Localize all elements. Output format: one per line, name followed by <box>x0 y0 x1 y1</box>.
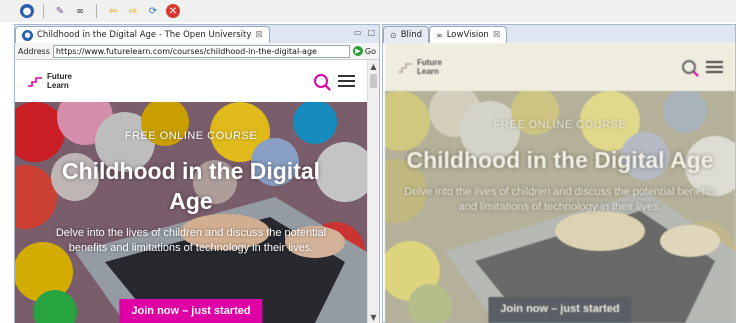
binoculars-icon[interactable]: ∞ <box>73 4 87 18</box>
scroll-down-icon[interactable]: ▼ <box>368 311 379 323</box>
hero-content: FREE ONLINE COURSE Childhood in the Digi… <box>15 102 367 323</box>
minimize-icon[interactable]: ▭ <box>354 28 362 37</box>
futurelearn-logo[interactable]: Future Learn <box>27 72 72 90</box>
course-title: Childhood in the Digital Age <box>61 158 321 214</box>
vertical-scrollbar[interactable]: ▲ ▼ <box>367 60 379 323</box>
search-icon[interactable] <box>314 74 328 88</box>
join-now-button[interactable]: Join now – just started <box>119 299 263 323</box>
tab-lowvision-label: LowVision <box>446 30 489 40</box>
binoculars-icon: ∞ <box>436 30 443 40</box>
address-input[interactable]: https://www.futurelearn.com/courses/chil… <box>52 44 350 58</box>
globe-icon[interactable]: ● <box>20 4 34 18</box>
course-description: Delve into the lives of children and dis… <box>55 227 327 254</box>
tab-lowvision[interactable]: ∞ LowVision ⊠ <box>429 26 508 43</box>
browser-pane: ● Childhood in the Digital Age - The Ope… <box>14 24 380 323</box>
browser-tabbar: ● Childhood in the Digital Age - The Ope… <box>15 25 379 43</box>
tab-blind[interactable]: ⊙ Blind <box>383 26 430 43</box>
go-arrow-icon: ▶ <box>352 46 363 56</box>
lowvision-page: Future Learn FREE ONLINE COURSE Childhoo… <box>385 43 735 323</box>
refresh-icon[interactable]: ⟳ <box>146 4 160 18</box>
site-header: Future Learn <box>15 60 367 102</box>
tab-blind-label: Blind <box>400 30 423 40</box>
hero-content: FREE ONLINE COURSE Childhood in the Digi… <box>385 91 735 323</box>
course-hero-lowvision: FREE ONLINE COURSE Childhood in the Digi… <box>385 91 735 323</box>
scroll-up-icon[interactable]: ▲ <box>368 60 379 72</box>
course-hero: FREE ONLINE COURSE Childhood in the Digi… <box>15 102 367 323</box>
course-title: Childhood in the Digital Age <box>406 147 714 173</box>
address-bar: Address https://www.futurelearn.com/cour… <box>15 43 379 60</box>
toolbar-separator <box>43 4 44 18</box>
address-label: Address <box>18 46 50 56</box>
close-icon[interactable]: ⊠ <box>255 30 263 40</box>
maximize-icon[interactable]: □ <box>367 28 375 37</box>
scroll-thumb[interactable] <box>370 74 377 88</box>
stop-icon[interactable]: ✕ <box>166 4 180 18</box>
window-controls: ▭ □ <box>354 28 375 37</box>
toolbar-separator <box>96 4 97 18</box>
course-eyebrow: FREE ONLINE COURSE <box>124 130 258 142</box>
menu-icon[interactable] <box>338 75 355 87</box>
logo-mark-icon <box>28 77 42 87</box>
web-page: Future Learn FREE ONLINE COURSE Childhoo… <box>15 60 367 323</box>
logo-line1: Future <box>47 72 72 81</box>
app-toolbar: ● ✎ ∞ ⇦ ⇨ ⟳ ✕ <box>0 0 736 22</box>
tab-childhood-digital-age[interactable]: ● Childhood in the Digital Age - The Ope… <box>15 26 270 43</box>
join-now-button[interactable]: Join now – just started <box>488 297 632 323</box>
header-actions <box>314 74 355 88</box>
blind-icon: ⊙ <box>390 30 397 40</box>
course-eyebrow: FREE ONLINE COURSE <box>493 119 627 131</box>
go-label: Go <box>364 46 376 56</box>
forward-icon[interactable]: ⇨ <box>126 4 140 18</box>
simulation-pane: ⊙ Blind ∞ LowVision ⊠ Future Learn FREE … <box>382 24 736 323</box>
logo-mark-icon <box>398 63 412 73</box>
simulation-tabbar: ⊙ Blind ∞ LowVision ⊠ <box>383 25 735 43</box>
accessibility-icon[interactable]: ✎ <box>53 4 67 18</box>
tab-title: Childhood in the Digital Age - The Open … <box>37 30 252 40</box>
logo-line2: Learn <box>47 81 69 90</box>
search-icon[interactable] <box>682 60 696 74</box>
go-button[interactable]: ▶ Go <box>352 46 376 56</box>
menu-icon[interactable] <box>706 61 723 73</box>
globe-icon: ● <box>22 29 33 41</box>
header-actions <box>682 60 723 74</box>
site-header-lowvision: Future Learn <box>385 43 735 91</box>
back-icon[interactable]: ⇦ <box>106 4 120 18</box>
close-icon[interactable]: ⊠ <box>493 30 501 40</box>
logo-line2: Learn <box>417 67 439 76</box>
logo-line1: Future <box>417 58 442 67</box>
course-description: Delve into the lives of children and dis… <box>404 186 716 213</box>
futurelearn-logo[interactable]: Future Learn <box>397 58 442 76</box>
